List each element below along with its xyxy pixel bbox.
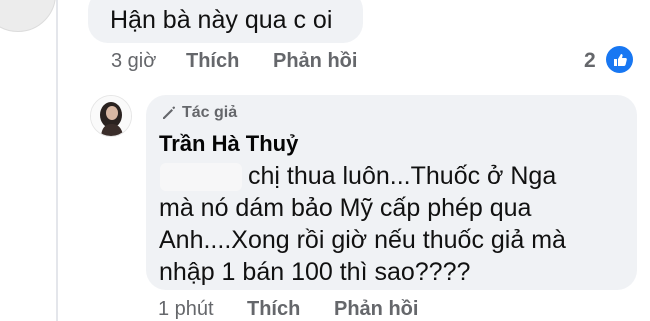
reply-actions: 1 phút Thích Phản hồi [0,0,650,321]
reply-reply-button[interactable]: Phản hồi [334,298,418,321]
reply-time[interactable]: 1 phút [158,298,214,321]
reply-like-button[interactable]: Thích [247,298,300,321]
